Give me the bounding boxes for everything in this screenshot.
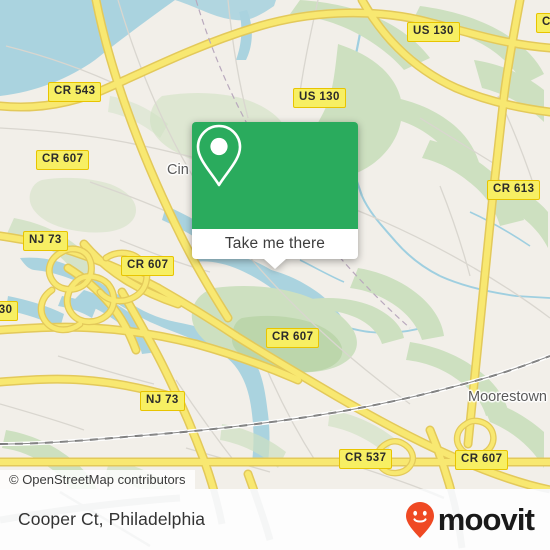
road-shield: CR 607	[536, 13, 550, 33]
road-shield: CR 607	[36, 150, 90, 170]
moovit-wordmark: moovit	[437, 502, 535, 537]
osm-attribution[interactable]: © OpenStreetMap contributors	[0, 470, 195, 490]
road-shield: CR 607	[121, 256, 175, 276]
road-shield: NJ 73	[140, 391, 185, 411]
moovit-logo[interactable]: moovit	[405, 501, 535, 539]
place-label-moorestown: Moorestown	[468, 389, 547, 405]
road-shield: 130	[0, 301, 19, 321]
road-shield: US 130	[293, 88, 346, 108]
location-title: Cooper Ct, Philadelphia	[18, 509, 206, 529]
map-screenshot: US 130 CR 543 US 130 CR 607 CR 613 NJ 73…	[0, 0, 550, 550]
footer-bar: Cooper Ct, Philadelphia moovit	[0, 489, 550, 550]
popup-icon-panel	[192, 122, 358, 229]
road-shield: CR 537	[339, 449, 393, 469]
road-shield: US 130	[407, 22, 460, 42]
take-me-there-label: Take me there	[224, 235, 326, 252]
road-shield: CR 607	[266, 328, 320, 348]
popup-tail	[264, 259, 286, 269]
location-popup[interactable]: Take me there	[192, 122, 358, 269]
road-shield: CR 613	[487, 180, 541, 200]
map-pin-icon	[196, 124, 242, 187]
road-shield: CR 543	[48, 82, 102, 102]
road-shield: CR 607	[455, 450, 509, 470]
footer-content: Cooper Ct, Philadelphia moovit	[0, 489, 550, 550]
popup-action-bar[interactable]: Take me there	[192, 229, 358, 269]
place-label-cinnaminson: Cin	[167, 162, 189, 178]
map-canvas[interactable]: US 130 CR 543 US 130 CR 607 CR 613 NJ 73…	[0, 0, 550, 550]
road-shield: NJ 73	[23, 231, 68, 251]
moovit-smiley-pin-icon	[405, 501, 434, 538]
